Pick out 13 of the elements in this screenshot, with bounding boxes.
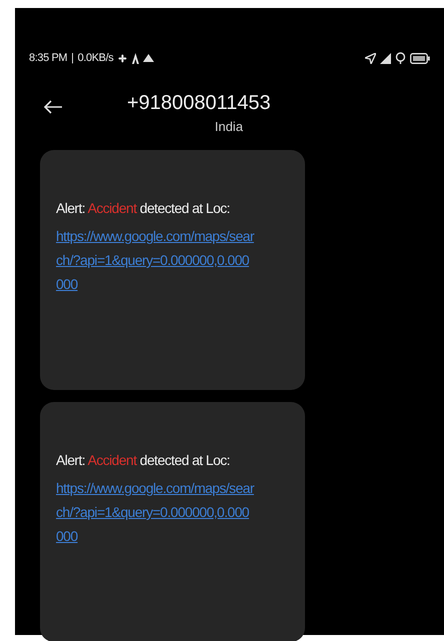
signal-icon — [380, 52, 391, 64]
message-text: Alert: Accident detected at Loc: — [56, 452, 231, 468]
message-text: Alert: Accident detected at Loc: — [56, 200, 231, 216]
message-link[interactable]: https://www.google.com/maps/search/?api=1&query=0.000000,0.000000 — [56, 476, 256, 548]
status-separator: | — [71, 52, 74, 64]
contact-number: +918008011453 — [127, 92, 271, 115]
contact-country: India — [214, 119, 243, 134]
status-time: 8:35 PM — [29, 52, 68, 64]
message-link[interactable]: https://www.google.com/maps/search/?api=1&query=0.000000,0.000000 — [56, 224, 256, 296]
battery-icon — [410, 52, 430, 64]
location-icon — [365, 52, 376, 64]
network-speed: 0.0KB/s — [78, 52, 114, 64]
back-arrow-icon — [43, 100, 63, 114]
